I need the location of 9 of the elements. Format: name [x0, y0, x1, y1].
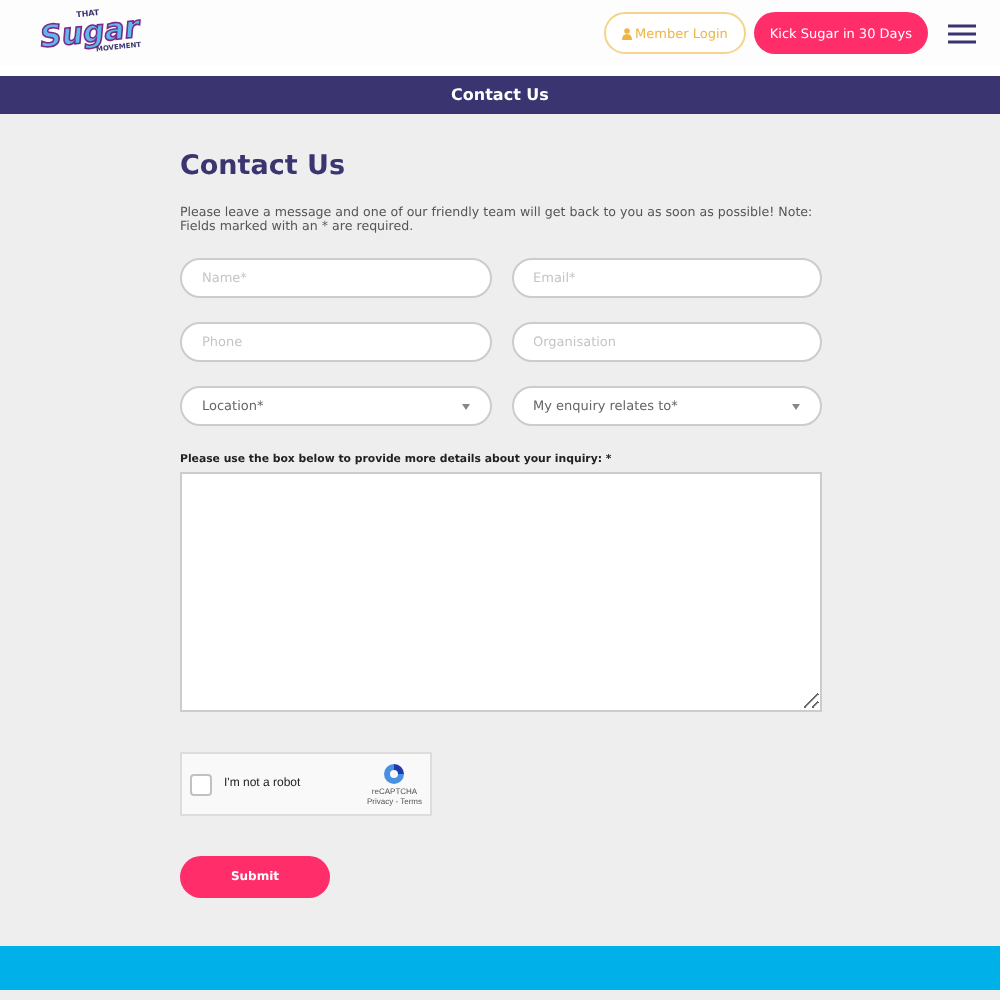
- checkbox[interactable]: [190, 773, 212, 796]
- menu-icon[interactable]: [948, 23, 976, 43]
- message-field[interactable]: [180, 472, 822, 713]
- form-heading: Contact Us: [180, 150, 348, 182]
- person-icon: [621, 27, 632, 39]
- recaptcha-icon: [382, 762, 407, 787]
- caret-icon: [792, 403, 800, 410]
- page-title: Contact Us: [451, 86, 549, 104]
- caret-icon: [461, 403, 469, 410]
